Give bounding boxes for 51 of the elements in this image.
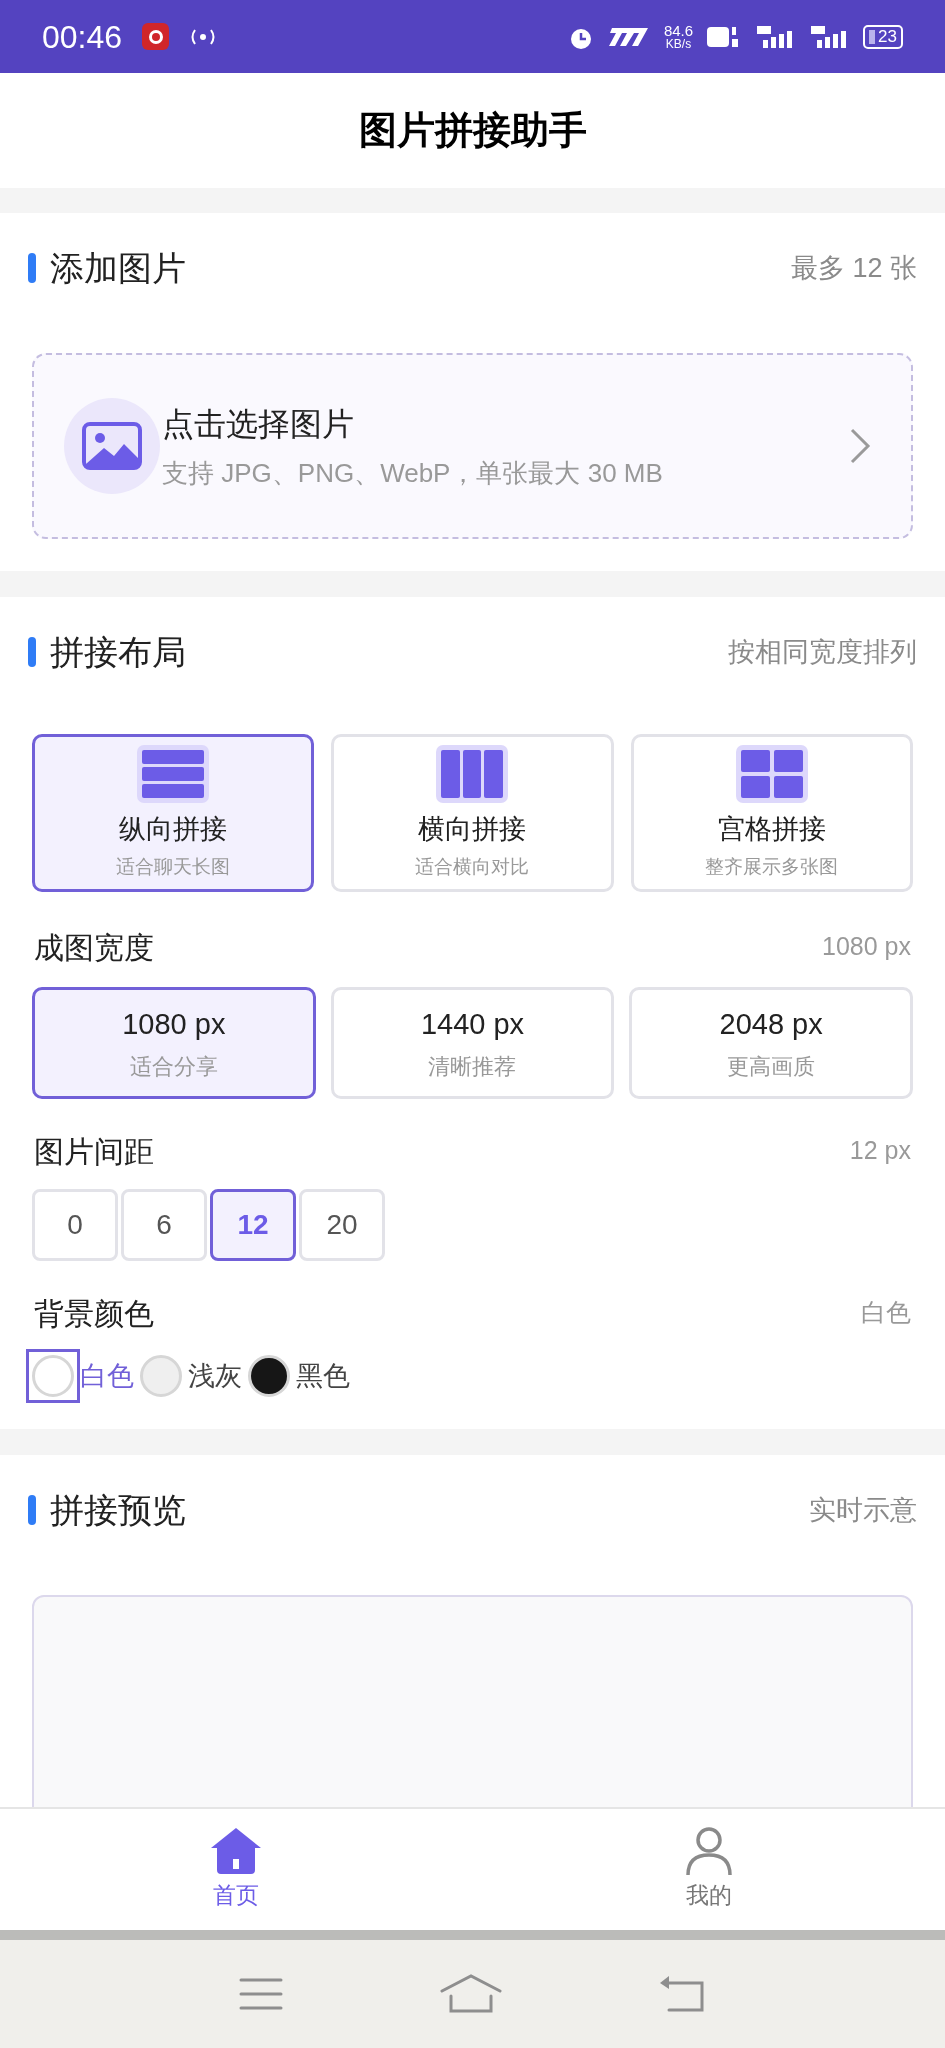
layout-option[interactable]: 纵向拼接 适合聊天长图	[32, 734, 315, 892]
speed-unit: KB/s	[665, 38, 692, 50]
spacing-option[interactable]: 20	[299, 1189, 385, 1261]
layout-option[interactable]: 横向拼接 适合横向对比	[331, 734, 614, 892]
tab-item[interactable]: 我的	[684, 1826, 733, 1913]
rows-icon	[137, 744, 210, 803]
battery-fill	[869, 29, 876, 44]
width-option[interactable]: 2048 px 更高画质	[629, 987, 913, 1099]
grid-icon	[735, 744, 808, 803]
layout-option[interactable]: 宫格拼接 整齐展示多张图	[630, 734, 913, 892]
spacing-option[interactable]: 6	[121, 1189, 207, 1261]
section-marker	[28, 253, 36, 283]
back-icon[interactable]	[660, 1975, 707, 2013]
tab-item[interactable]: 首页	[209, 1826, 264, 1913]
status-time: 00:46	[42, 17, 123, 57]
color-label[interactable]: 白色	[80, 1355, 134, 1397]
signal-logo-icon	[607, 25, 650, 48]
section-hint: 实时示意	[809, 1493, 917, 1527]
app-logo-icon	[142, 23, 170, 50]
setting-label: 图片间距	[34, 1133, 154, 1170]
upload-label: 点击选择图片	[162, 404, 355, 444]
setting-label: 背景颜色	[34, 1295, 154, 1332]
section-marker	[28, 637, 36, 667]
color-label[interactable]: 黑色	[296, 1355, 350, 1397]
section-hint: 按相同宽度排列	[728, 635, 917, 669]
section-marker	[28, 1495, 36, 1525]
section-title: 拼接布局	[50, 631, 186, 673]
upload-area[interactable]: 点击选择图片 支持 JPG、PNG、WebP，单张最大 30 MB	[32, 353, 913, 539]
menu-icon[interactable]	[238, 1977, 283, 2011]
spacing-option[interactable]: 12	[210, 1189, 296, 1261]
setting-value: 白色	[861, 1297, 911, 1329]
setting-value: 12 px	[849, 1135, 911, 1167]
upload-description: 支持 JPG、PNG、WebP，单张最大 30 MB	[162, 456, 664, 490]
color-swatch-frame[interactable]	[26, 1349, 80, 1403]
width-option[interactable]: 1440 px 清晰推荐	[330, 987, 615, 1099]
spacing-option[interactable]: 0	[32, 1189, 118, 1261]
setting-label: 成图宽度	[34, 929, 154, 966]
page-title: 图片拼接助手	[358, 108, 587, 153]
color-label[interactable]: 浅灰	[188, 1355, 242, 1397]
network-speed: 84.6	[663, 23, 694, 38]
image-icon	[82, 422, 142, 470]
section-title: 添加图片	[50, 247, 186, 289]
home-outline-icon[interactable]	[440, 1974, 503, 2014]
chevron-right-icon	[849, 427, 871, 465]
person-icon	[684, 1826, 733, 1877]
section-hint: 最多 12 张	[790, 251, 917, 285]
setting-value: 1080 px	[822, 931, 911, 963]
width-option[interactable]: 1080 px 适合分享	[32, 987, 316, 1099]
section-title: 拼接预览	[50, 1489, 186, 1531]
battery-level: 23	[878, 28, 897, 45]
columns-icon	[436, 744, 509, 803]
